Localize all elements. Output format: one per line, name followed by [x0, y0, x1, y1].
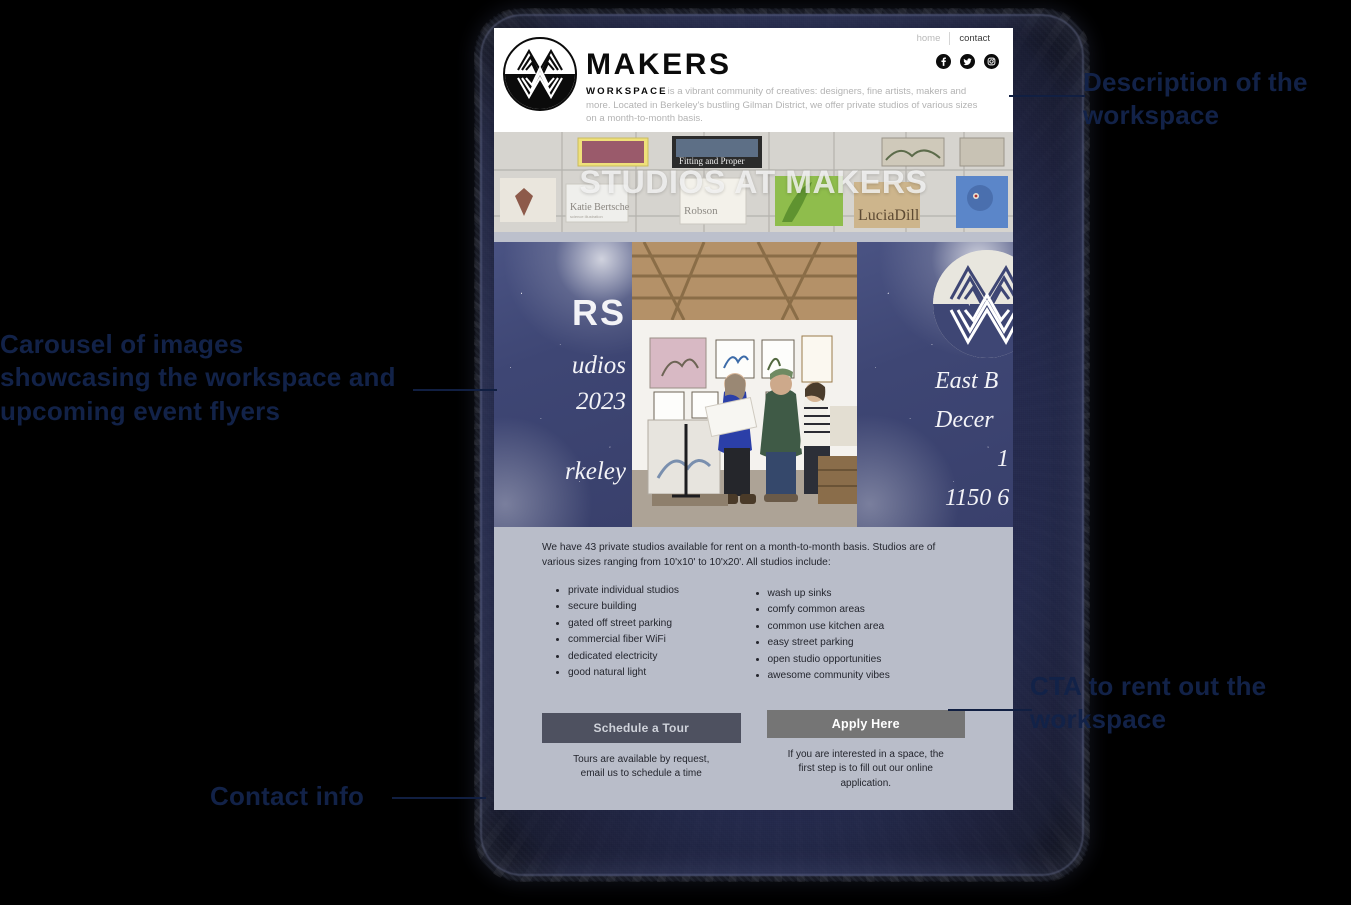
schedule-tour-button[interactable]: Schedule a Tour	[542, 712, 741, 743]
studio-features-left: private individual studios secure buildi…	[542, 583, 754, 685]
cta-section: Schedule a Tour Tours are available by r…	[494, 688, 1013, 792]
list-item: dedicated electricity	[568, 649, 754, 666]
flyer-right-content: East B Decer 1 1150 6	[857, 368, 1013, 512]
feature-list-left: private individual studios secure buildi…	[542, 583, 754, 682]
flyer-right-background: East B Decer 1 1150 6	[857, 242, 1013, 527]
brand-tagline: WORKSPACEis a vibrant community of creat…	[586, 85, 978, 126]
flyer-right-line-1: East B	[935, 368, 999, 394]
cta-apply: Apply Here If you are interested in a sp…	[766, 709, 965, 792]
nav-item-home[interactable]: home	[908, 33, 950, 44]
brand-subtitle: WORKSPACE	[586, 86, 668, 97]
top-navigation: home contact	[908, 32, 999, 45]
list-item: open studio opportunities	[768, 652, 966, 669]
studio-info-lead: We have 43 private studios available for…	[542, 542, 936, 568]
studio-features-right: wash up sinks comfy common areas common …	[754, 583, 966, 685]
apply-here-button[interactable]: Apply Here	[766, 709, 965, 738]
flyer-mw-logo-icon	[933, 250, 1013, 358]
flyer-left-line-2: udios	[571, 352, 626, 379]
flyer-right-line-2: Decer	[935, 407, 994, 433]
apply-caption: If you are interested in a space, the fi…	[787, 748, 944, 789]
callout-description-of-workspace: Description of the workspace	[1083, 67, 1308, 131]
list-item: secure building	[568, 599, 754, 616]
callout-contact-info: Contact info	[210, 781, 365, 811]
brand-block: MAKERS WORKSPACEis a vibrant community o…	[586, 50, 978, 126]
brand-title: MAKERS	[586, 48, 732, 81]
flyer-left-background: RS udios 2023 rkeley	[494, 242, 632, 527]
list-item: awesome community vibes	[768, 668, 966, 685]
flyer-left-line-1: RS	[571, 292, 626, 333]
site-header: home contact MAKERS WORKSPACEis a vibran…	[494, 28, 1013, 132]
studio-info-section: We have 43 private studios available for…	[494, 527, 1013, 689]
logo-mw-glyph	[517, 48, 563, 100]
callout-line-description	[1009, 95, 1085, 97]
flyer-left-content: RS udios 2023 rkeley	[494, 242, 632, 527]
callout-cta-rent-workspace: CTA to rent out the workspace	[1030, 671, 1267, 735]
list-item: wash up sinks	[768, 586, 966, 603]
flyer-left-line-4: rkeley	[564, 458, 626, 485]
flyer-right-line-4: 1150 6	[945, 485, 1010, 511]
list-item: gated off street parking	[568, 616, 754, 633]
hero-banner: Fitting and Proper Katie Bertsche scienc…	[494, 132, 1013, 232]
site-logo[interactable]	[503, 37, 577, 111]
flyer-right-line-3: 1	[997, 446, 1009, 472]
callout-line-cta	[948, 709, 1032, 711]
list-item: commercial fiber WiFi	[568, 632, 754, 649]
flyer-left-line-3: 2023	[576, 388, 626, 415]
list-item: good natural light	[568, 665, 754, 682]
cta-spacer	[494, 791, 1013, 810]
hero-title: STUDIOS AT MAKERS	[579, 163, 928, 200]
list-item: common use kitchen area	[768, 619, 966, 636]
makers-logo-icon	[503, 37, 577, 111]
feature-list-right: wash up sinks comfy common areas common …	[754, 586, 966, 685]
schedule-tour-caption: Tours are available by request, email us…	[573, 753, 710, 780]
callout-line-carousel	[413, 389, 497, 391]
image-carousel[interactable]: RS udios 2023 rkeley East B Decer 1 1150…	[494, 242, 1013, 527]
callout-carousel-of-images: Carousel of images showcasing the worksp…	[0, 329, 396, 426]
screenshot-stage: home contact MAKERS WORKSPACEis a vibran…	[0, 0, 1351, 905]
instagram-icon[interactable]	[984, 54, 999, 69]
website-screen: home contact MAKERS WORKSPACEis a vibran…	[494, 28, 1013, 810]
list-item: comfy common areas	[768, 602, 966, 619]
carousel-slide-studio-photo[interactable]	[632, 242, 857, 527]
nav-item-contact[interactable]: contact	[950, 33, 999, 44]
flyer-mw-glyph	[933, 250, 1013, 358]
studio-features: private individual studios secure buildi…	[542, 583, 965, 685]
list-item: easy street parking	[768, 635, 966, 652]
carousel-slide-flyer-left[interactable]: RS udios 2023 rkeley	[494, 242, 632, 527]
hero-divider	[494, 232, 1013, 242]
carousel-slide-flyer-right[interactable]: East B Decer 1 1150 6	[857, 242, 1013, 527]
cta-schedule-tour: Schedule a Tour Tours are available by r…	[542, 712, 741, 792]
list-item: private individual studios	[568, 583, 754, 600]
open-studio-photo	[632, 242, 857, 527]
